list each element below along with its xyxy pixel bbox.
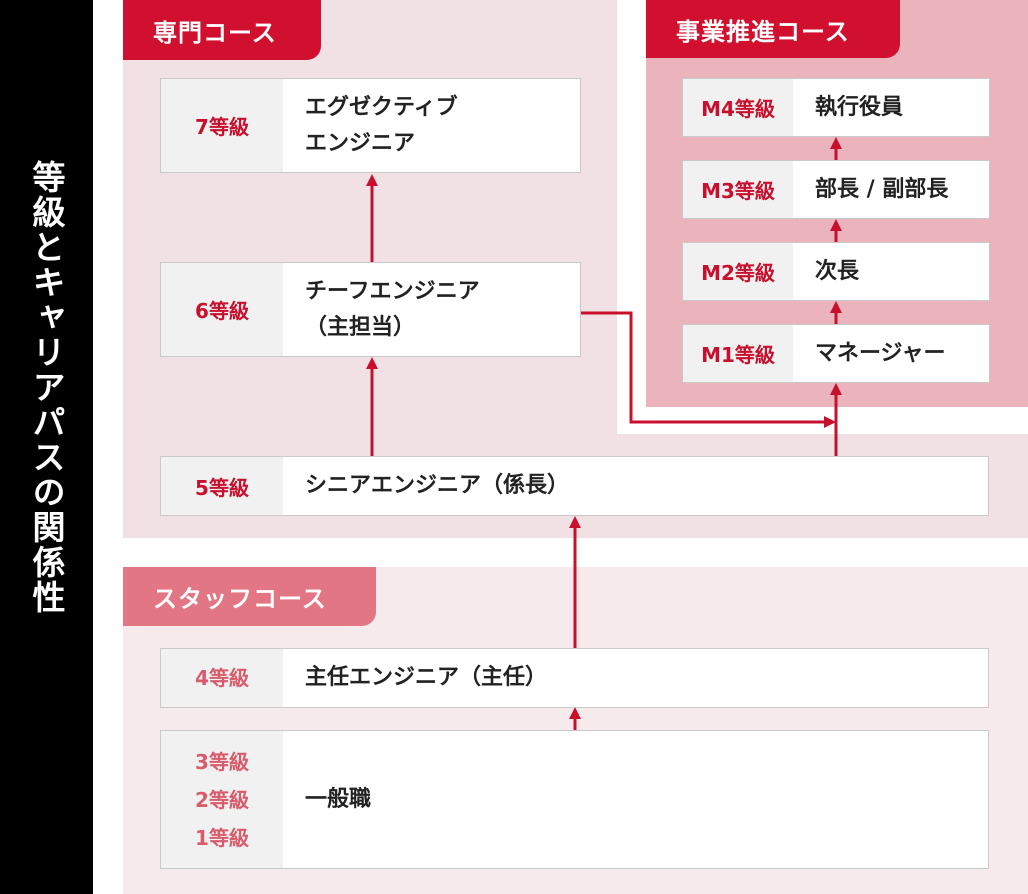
title-line-2: （主担当）	[305, 314, 416, 340]
grade-title: 執行役員	[815, 94, 904, 120]
grade-title: シニアエンジニア（係長）	[283, 457, 569, 515]
grade-m3-box: M3等級 部長 / 副部長	[682, 160, 990, 219]
grade-label: 3等級	[195, 749, 249, 774]
general-staff-box: 3等級 2等級 1等級 一般職	[160, 730, 989, 869]
grade-label: 6等級	[161, 263, 283, 356]
grade-label: M1等級	[683, 325, 793, 382]
grade-title: 主任エンジニア（主任）	[305, 665, 548, 690]
grade-m4-box: M4等級 執行役員	[682, 78, 990, 137]
grade-title: マネージャー	[815, 340, 946, 366]
grade-6-box: 6等級 チーフエンジニア （主担当）	[160, 262, 581, 357]
grade-label: M4等級	[683, 79, 793, 136]
grade-title: 部長 / 副部長	[815, 176, 949, 202]
grade-4-box: 4等級 主任エンジニア（主任）	[160, 648, 989, 708]
grade-m1-box: M1等級 マネージャー	[682, 324, 990, 383]
grade-label: 2等級	[195, 787, 249, 812]
title-line-1: エグゼクティブ	[305, 94, 458, 120]
grade-label: 1等級	[195, 825, 249, 850]
title-line-2: エンジニア	[305, 130, 416, 156]
grade-m2-box: M2等級 次長	[682, 242, 990, 301]
grade-label: M2等級	[683, 243, 793, 300]
grade-7-box: 7等級 エグゼクティブ エンジニア	[160, 78, 581, 173]
grade-label: 5等級	[161, 457, 283, 515]
title-line-1: シニアエンジニア（係長）	[305, 473, 570, 498]
grade-5-box: 5等級 シニアエンジニア（係長）	[160, 456, 989, 516]
grade-label: 4等級	[161, 649, 283, 707]
grade-title: エグゼクティブ エンジニア	[283, 79, 458, 172]
grade-title: チーフエンジニア （主担当）	[283, 263, 480, 356]
grade-label: M3等級	[683, 161, 793, 218]
grade-labels: 3等級 2等級 1等級	[161, 731, 283, 868]
grade-title: 一般職	[305, 786, 372, 812]
title-line-1: チーフエンジニア	[305, 278, 480, 304]
grade-label: 7等級	[161, 79, 283, 172]
grade-title: 次長	[815, 258, 860, 284]
